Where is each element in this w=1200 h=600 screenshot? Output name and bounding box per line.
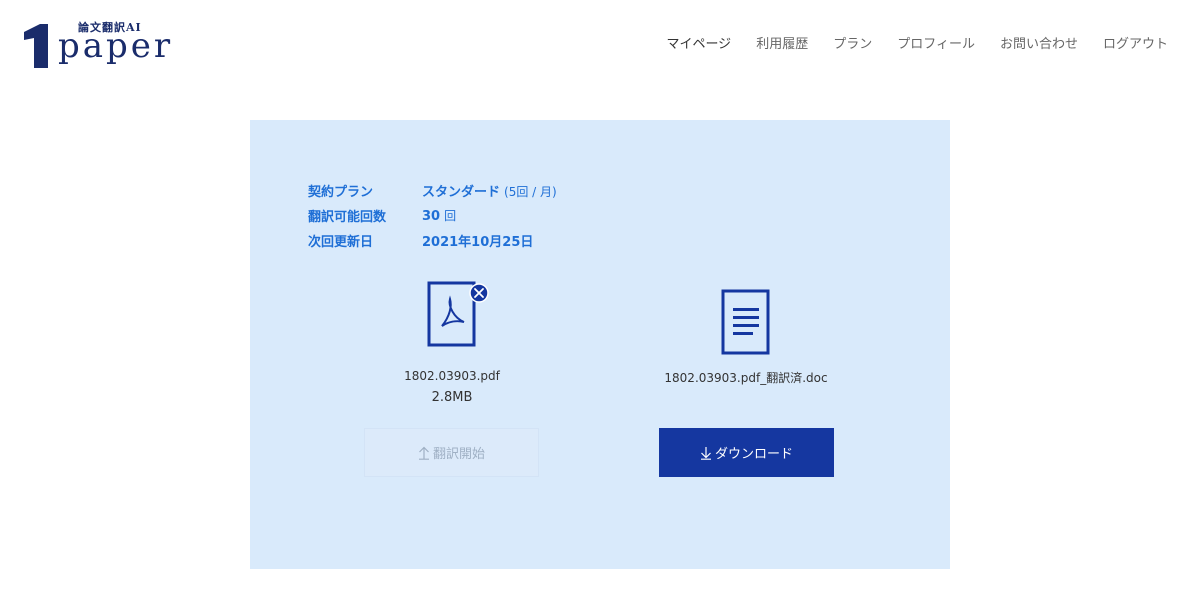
plan-row: 契約プラン スタンダード (5回 / 月) xyxy=(308,178,557,203)
nav-profile[interactable]: プロフィール xyxy=(897,36,975,54)
source-file-size: 2.8MB xyxy=(431,390,473,405)
download-button[interactable]: ダウンロード xyxy=(659,428,834,477)
remaining-unit: 回 xyxy=(444,209,457,223)
renewal-date: 2021年10月25日 xyxy=(422,235,534,250)
main-nav: マイページ 利用履歴 プラン プロフィール お問い合わせ ログアウト xyxy=(666,36,1168,54)
remove-file-icon[interactable] xyxy=(469,283,489,303)
plan-label: 契約プラン xyxy=(308,185,374,200)
document-file-icon xyxy=(721,289,770,355)
renewal-row: 次回更新日 2021年10月25日 xyxy=(308,228,557,253)
remaining-value: 30 回 xyxy=(422,207,456,224)
plan-value: スタンダード (5回 / 月) xyxy=(422,181,557,200)
remaining-label: 翻訳可能回数 xyxy=(308,210,387,225)
plan-info: 契約プラン スタンダード (5回 / 月) 翻訳可能回数 30 回 次回更新日 20… xyxy=(308,178,557,253)
logo-number-one-icon xyxy=(24,24,48,68)
download-label: ダウンロード xyxy=(714,447,793,462)
site-logo[interactable]: 論文翻訳AI paper xyxy=(22,18,172,70)
nav-mypage[interactable]: マイページ xyxy=(666,36,731,54)
start-translation-button[interactable]: 翻訳開始 xyxy=(364,428,539,477)
source-file-name: 1802.03903.pdf xyxy=(404,369,500,383)
nav-contact[interactable]: お問い合わせ xyxy=(1000,36,1078,54)
nav-logout[interactable]: ログアウト xyxy=(1103,36,1168,54)
plan-quota: (5回 / 月) xyxy=(504,185,557,199)
upload-arrow-icon xyxy=(418,446,429,460)
remaining-count: 30 xyxy=(422,209,441,224)
start-translation-label: 翻訳開始 xyxy=(432,447,485,462)
nav-history[interactable]: 利用履歴 xyxy=(756,36,808,54)
renewal-label: 次回更新日 xyxy=(308,235,374,250)
remaining-row: 翻訳可能回数 30 回 xyxy=(308,203,557,228)
logo-wordmark: paper xyxy=(58,26,174,66)
nav-plan[interactable]: プラン xyxy=(833,36,872,54)
plan-name: スタンダード xyxy=(422,185,501,200)
download-arrow-icon xyxy=(700,446,711,460)
translated-file-name: 1802.03903.pdf_翻訳済.doc xyxy=(664,371,828,385)
translation-panel: 契約プラン スタンダード (5回 / 月) 翻訳可能回数 30 回 次回更新日 20… xyxy=(250,120,950,569)
